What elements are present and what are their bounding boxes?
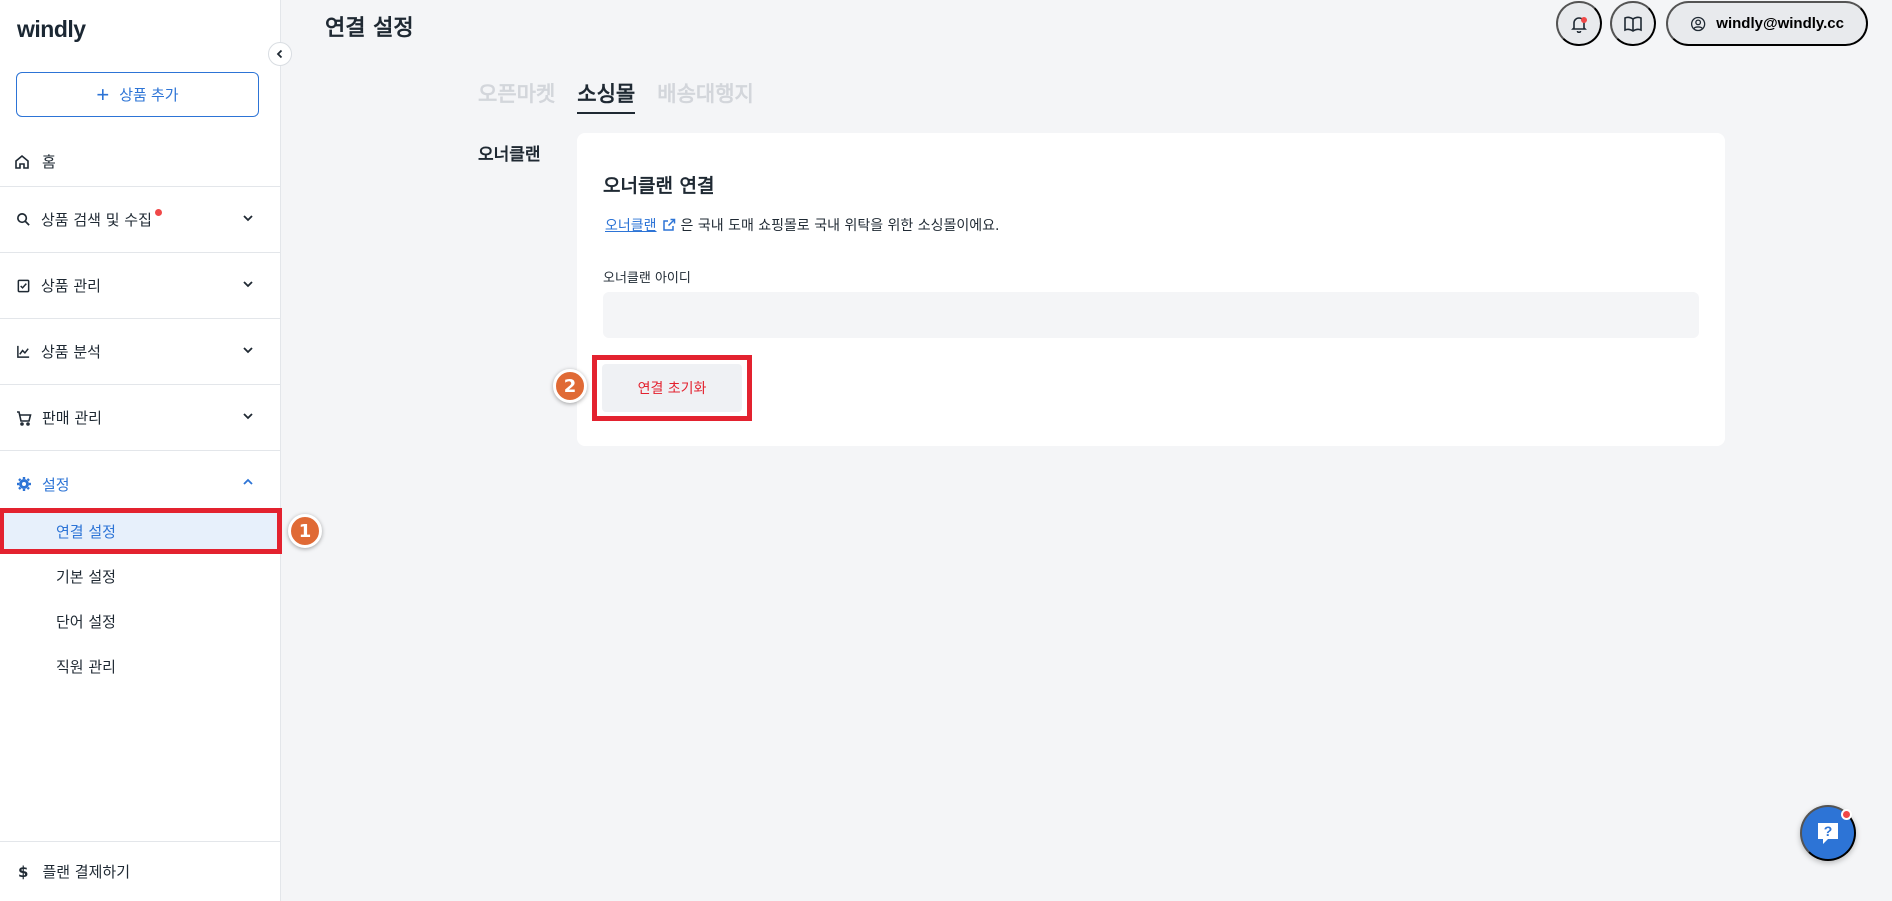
reset-connection-button[interactable]: 연결 초기화 <box>602 364 742 412</box>
sidebar-subitem-label: 기본 설정 <box>56 567 116 586</box>
description-text: 은 국내 도매 쇼핑몰로 국내 위탁을 위한 소싱몰이에요. <box>680 218 1000 234</box>
gear-icon <box>17 477 31 491</box>
add-product-label: 상품 추가 <box>119 87 179 104</box>
chevron-down-icon <box>243 413 253 420</box>
ownerclan-id-label: 오너클랜 아이디 <box>603 271 691 286</box>
notification-dot <box>154 209 162 216</box>
notifications-button[interactable] <box>1556 1 1602 46</box>
step-badge-1: 1 <box>288 514 322 548</box>
collapse-sidebar-button[interactable] <box>268 42 292 66</box>
page-title: 연결 설정 <box>325 16 414 41</box>
sidebar: windly + 상품 추가 홈 상품 검색 및 수집 상품 관리 상품 분석 <box>0 0 282 901</box>
sidebar-item-settings[interactable]: 설정 <box>0 451 281 517</box>
sidebar-subitem-label: 직원 관리 <box>56 657 116 676</box>
notification-dot <box>1841 809 1852 820</box>
ownerclan-link[interactable]: 오너클랜 <box>605 215 657 235</box>
user-circle-icon <box>1690 16 1706 31</box>
search-icon <box>17 213 30 226</box>
user-account-button[interactable]: windly@windly.cc <box>1666 1 1868 46</box>
ownerclan-connection-card: 오너클랜 연결 오너클랜 은 국내 도매 쇼핑몰로 국내 위탁을 위한 소싱몰이… <box>577 133 1725 446</box>
plan-payment-label: 플랜 결제하기 <box>42 863 131 881</box>
plus-icon: + <box>96 81 110 107</box>
add-product-button[interactable]: + 상품 추가 <box>16 72 259 117</box>
dollar-icon: $ <box>18 862 29 881</box>
sidebar-item-label: 상품 검색 및 수집 <box>41 211 152 229</box>
sidebar-item-label: 판매 관리 <box>42 409 102 427</box>
sidebar-item-product-search[interactable]: 상품 검색 및 수집 <box>0 187 281 253</box>
svg-text:?: ? <box>1824 823 1833 839</box>
tab-open-market[interactable]: 오픈마켓 <box>478 78 555 114</box>
chevron-left-icon <box>276 49 283 59</box>
sidebar-item-product-analysis[interactable]: 상품 분석 <box>0 319 281 385</box>
book-icon <box>1624 16 1642 32</box>
tab-sourcing-mall[interactable]: 소싱몰 <box>577 78 636 114</box>
sidebar-item-product-manage[interactable]: 상품 관리 <box>0 253 281 319</box>
chevron-down-icon <box>243 281 253 288</box>
sidebar-subitem-word-settings[interactable]: 단어 설정 <box>0 599 281 643</box>
sourcing-tabs: 오픈마켓 소싱몰 배송대행지 <box>478 78 754 114</box>
tab-shipping-agent[interactable]: 배송대행지 <box>657 78 754 114</box>
chevron-up-icon <box>243 478 253 485</box>
card-title: 오너클랜 연결 <box>603 175 715 197</box>
sidebar-subitem-connection-settings[interactable]: 연결 설정 <box>0 508 282 554</box>
notification-dot <box>1581 17 1587 23</box>
clipboard-check-icon <box>17 279 30 293</box>
sidebar-item-label: 상품 관리 <box>41 277 101 295</box>
guide-book-button[interactable] <box>1610 1 1656 46</box>
help-chat-button[interactable]: ? <box>1800 805 1856 861</box>
external-link-icon[interactable] <box>661 217 677 233</box>
home-icon <box>15 154 29 169</box>
sidebar-subitem-label: 단어 설정 <box>56 612 116 631</box>
section-label: 오너클랜 <box>478 145 541 165</box>
ownerclan-id-input[interactable] <box>603 292 1699 338</box>
sidebar-item-home[interactable]: 홈 <box>0 137 281 187</box>
question-icon: ? <box>1818 823 1838 844</box>
sidebar-item-label: 설정 <box>42 475 70 494</box>
sidebar-item-label: 상품 분석 <box>41 343 101 361</box>
reset-connection-highlight: 연결 초기화 <box>592 355 752 421</box>
cart-icon <box>17 410 32 426</box>
plan-payment-button[interactable]: $ 플랜 결제하기 <box>0 841 281 901</box>
sidebar-subitem-staff-manage[interactable]: 직원 관리 <box>0 644 281 688</box>
sidebar-item-sales-manage[interactable]: 판매 관리 <box>0 385 281 451</box>
sidebar-item-label: 홈 <box>42 153 56 171</box>
chevron-down-icon <box>243 347 253 354</box>
logo: windly <box>17 16 86 42</box>
step-badge-2: 2 <box>553 369 587 403</box>
sidebar-subitem-basic-settings[interactable]: 기본 설정 <box>0 554 281 598</box>
card-description: 오너클랜 은 국내 도매 쇼핑몰로 국내 위탁을 위한 소싱몰이에요. <box>605 215 1000 235</box>
chevron-down-icon <box>243 215 253 222</box>
chart-line-icon <box>17 345 30 358</box>
user-email: windly@windly.cc <box>1716 15 1844 32</box>
sidebar-subitem-label: 연결 설정 <box>56 522 116 541</box>
